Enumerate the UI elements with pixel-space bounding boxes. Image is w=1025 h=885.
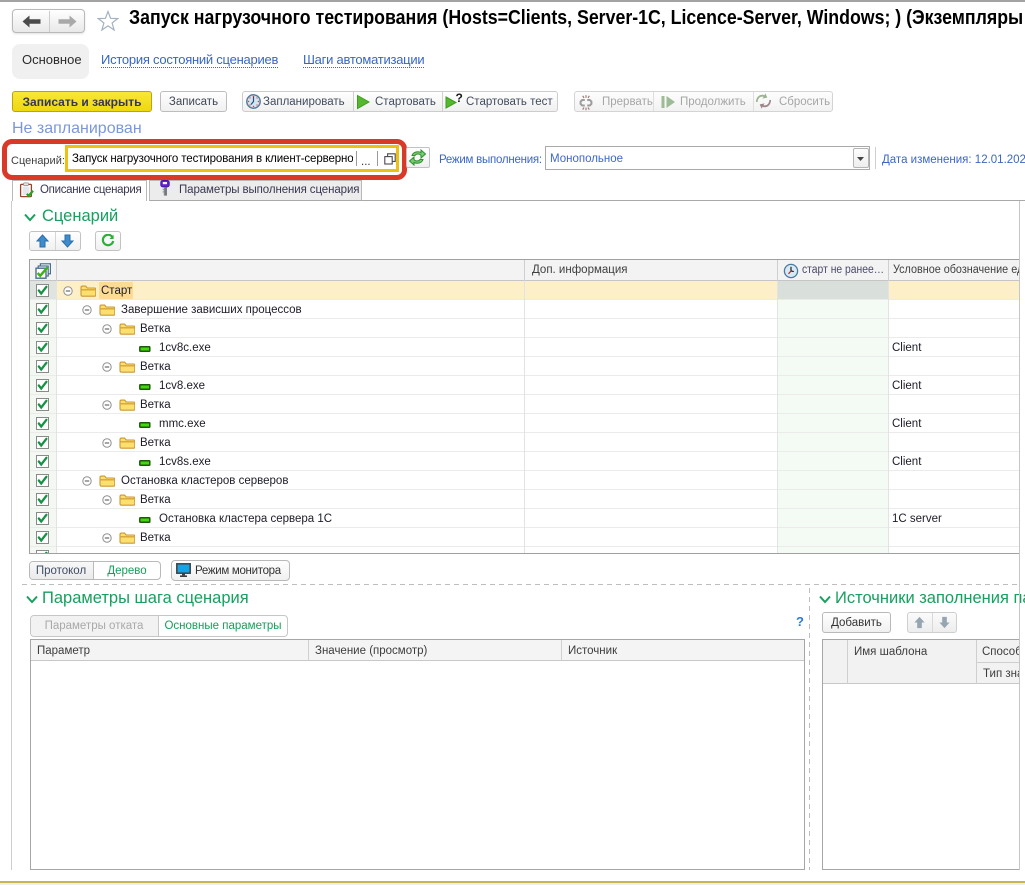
svg-text:?: ? bbox=[456, 93, 463, 105]
